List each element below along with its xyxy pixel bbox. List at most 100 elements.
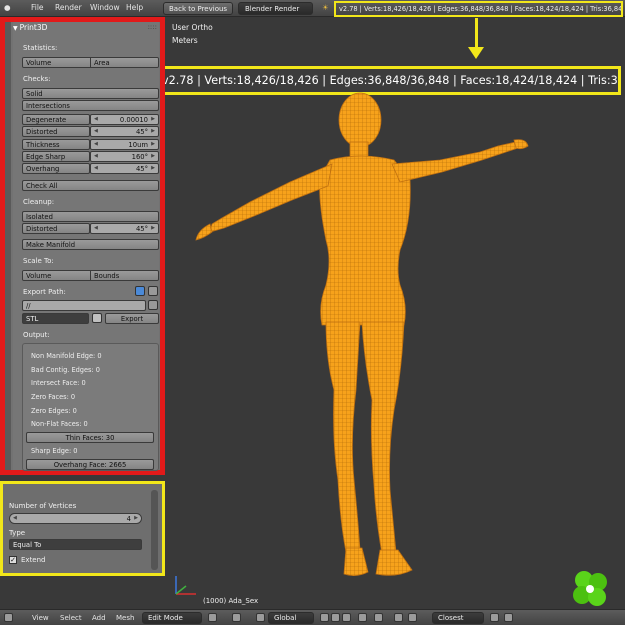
manipulator-icon[interactable] bbox=[256, 613, 265, 622]
file-icon[interactable] bbox=[148, 286, 158, 296]
vertex-select-icon[interactable] bbox=[320, 613, 329, 622]
degenerate-value-text: 0.00010 bbox=[119, 116, 148, 124]
checks-label: Checks: bbox=[23, 75, 51, 83]
menu-file[interactable]: File bbox=[31, 3, 44, 12]
thin-faces-button[interactable]: Thin Faces: 30 bbox=[26, 432, 154, 443]
occlude-icon[interactable] bbox=[358, 613, 367, 622]
menu-render[interactable]: Render bbox=[55, 3, 82, 12]
type-select[interactable]: Equal To bbox=[9, 539, 142, 550]
scale-volume-button[interactable]: Volume bbox=[23, 271, 91, 280]
intersect-face-output: Intersect Face: 0 bbox=[31, 379, 86, 387]
type-label: Type bbox=[9, 529, 26, 537]
opengl-render-icon[interactable] bbox=[490, 613, 499, 622]
mode-select[interactable]: Edit Mode bbox=[142, 612, 202, 624]
output-box: Non Manifold Edge: 0 Bad Contig. Edges: … bbox=[22, 343, 159, 471]
edge-sharp-button[interactable]: Edge Sharp bbox=[22, 151, 90, 162]
volume-stat-button[interactable]: Volume bbox=[23, 58, 91, 67]
tool-shelf: ▼ Print3D :::: Statistics: Volume Area Ch… bbox=[0, 17, 165, 475]
info-header: ● File Render Window Help Back to Previo… bbox=[0, 0, 625, 17]
snap-icon[interactable] bbox=[394, 613, 403, 622]
overhang-button[interactable]: Overhang bbox=[22, 163, 90, 174]
scale-to-label: Scale To: bbox=[23, 257, 54, 265]
collapse-arrow-icon[interactable]: ▼ bbox=[13, 25, 18, 32]
thickness-value-text: 10um bbox=[128, 141, 148, 149]
eyedropper-icon[interactable] bbox=[135, 286, 145, 296]
snap-element-icon[interactable] bbox=[408, 613, 417, 622]
mesh-figure[interactable] bbox=[150, 90, 620, 595]
solid-button[interactable]: Solid bbox=[22, 88, 159, 99]
cleanup-label: Cleanup: bbox=[23, 198, 55, 206]
sharp-edge-output: Sharp Edge: 0 bbox=[31, 447, 78, 455]
scene-stats: v2.78 | Verts:18,426/18,426 | Edges:36,8… bbox=[334, 1, 623, 17]
thickness-button[interactable]: Thickness bbox=[22, 139, 90, 150]
edge-sharp-value-text: 160° bbox=[131, 153, 148, 161]
proportional-edit-icon[interactable] bbox=[374, 613, 383, 622]
vertices-field[interactable]: ◀ 4 ▶ bbox=[9, 513, 142, 524]
snap-target-select[interactable]: Closest bbox=[432, 612, 484, 624]
view-name: User Ortho bbox=[172, 23, 213, 32]
non-manifold-output: Non Manifold Edge: 0 bbox=[31, 352, 102, 360]
panel-header[interactable]: ▼ Print3D bbox=[13, 23, 47, 32]
make-manifold-button[interactable]: Make Manifold bbox=[22, 239, 159, 250]
degenerate-button[interactable]: Degenerate bbox=[22, 114, 90, 125]
clover-logo-icon bbox=[573, 571, 607, 606]
scale-buttons: Volume Bounds bbox=[22, 270, 159, 281]
extend-label: Extend bbox=[21, 556, 46, 564]
face-select-icon[interactable] bbox=[342, 613, 351, 622]
folder-icon[interactable] bbox=[148, 300, 158, 310]
view-axis-gizmo bbox=[175, 576, 196, 595]
operator-scrollbar[interactable] bbox=[151, 490, 158, 570]
distorted-cleanup-value[interactable]: ◀ 45° ▶ bbox=[90, 223, 159, 234]
blender-logo-icon[interactable]: ● bbox=[4, 3, 11, 12]
area-stat-button[interactable]: Area bbox=[91, 58, 158, 67]
shelf-tabs[interactable] bbox=[5, 22, 11, 470]
orientation-select[interactable]: Global bbox=[268, 612, 314, 624]
export-button[interactable]: Export bbox=[105, 313, 159, 324]
menu-help[interactable]: Help bbox=[126, 3, 143, 12]
thickness-value[interactable]: ◀ 10um ▶ bbox=[90, 139, 159, 150]
back-to-previous-button[interactable]: Back to Previous bbox=[163, 2, 234, 15]
drag-handle-icon[interactable]: :::: bbox=[148, 23, 157, 31]
edge-select-icon[interactable] bbox=[331, 613, 340, 622]
overhang-face-button[interactable]: Overhang Face: 2665 bbox=[26, 459, 154, 470]
isolated-button[interactable]: Isolated bbox=[22, 211, 159, 222]
shading-icon[interactable] bbox=[208, 613, 217, 622]
vertices-label: Number of Vertices bbox=[9, 502, 77, 510]
check-all-button[interactable]: Check All bbox=[22, 180, 159, 191]
export-format-select[interactable]: STL bbox=[22, 313, 89, 324]
editor-type-icon[interactable] bbox=[4, 613, 13, 622]
export-path-label: Export Path: bbox=[23, 288, 66, 296]
bad-contig-output: Bad Contig. Edges: 0 bbox=[31, 366, 100, 374]
non-flat-output: Non-Flat Faces: 0 bbox=[31, 420, 88, 428]
extend-checkbox[interactable]: ✓ bbox=[9, 556, 17, 564]
menu-add[interactable]: Add bbox=[92, 614, 106, 622]
pivot-icon[interactable] bbox=[232, 613, 241, 622]
menu-view[interactable]: View bbox=[32, 614, 49, 622]
output-label: Output: bbox=[23, 331, 50, 339]
menu-window[interactable]: Window bbox=[90, 3, 120, 12]
callout-arrow-head bbox=[468, 47, 484, 59]
panel-title: Print3D bbox=[19, 23, 48, 32]
degenerate-value[interactable]: ◀ 0.00010 ▶ bbox=[90, 114, 159, 125]
edge-sharp-value[interactable]: ◀ 160° ▶ bbox=[90, 151, 159, 162]
render-engine-select[interactable]: Blender Render bbox=[238, 2, 313, 15]
menu-mesh[interactable]: Mesh bbox=[116, 614, 134, 622]
statistics-label: Statistics: bbox=[23, 44, 58, 52]
distorted-button[interactable]: Distorted bbox=[22, 126, 90, 137]
menu-select[interactable]: Select bbox=[60, 614, 82, 622]
distorted-cleanup-button[interactable]: Distorted bbox=[22, 223, 90, 234]
distorted-value[interactable]: ◀ 45° ▶ bbox=[90, 126, 159, 137]
vertices-value: 4 bbox=[126, 515, 131, 523]
export-settings-icon[interactable] bbox=[92, 313, 102, 323]
scale-bounds-button[interactable]: Bounds bbox=[91, 271, 158, 280]
overhang-value[interactable]: ◀ 45° ▶ bbox=[90, 163, 159, 174]
distorted-value-text: 45° bbox=[135, 128, 148, 136]
object-info: (1000) Ada_Sex bbox=[203, 597, 259, 605]
zero-faces-output: Zero Faces: 0 bbox=[31, 393, 76, 401]
intersections-button[interactable]: Intersections bbox=[22, 100, 159, 111]
opengl-anim-icon[interactable] bbox=[504, 613, 513, 622]
viewport-header: View Select Add Mesh Edit Mode Global Cl… bbox=[0, 609, 625, 625]
distorted-cleanup-value-text: 45° bbox=[135, 225, 148, 233]
render-icon: ☀ bbox=[322, 3, 329, 12]
export-path-field[interactable]: // bbox=[22, 300, 146, 311]
